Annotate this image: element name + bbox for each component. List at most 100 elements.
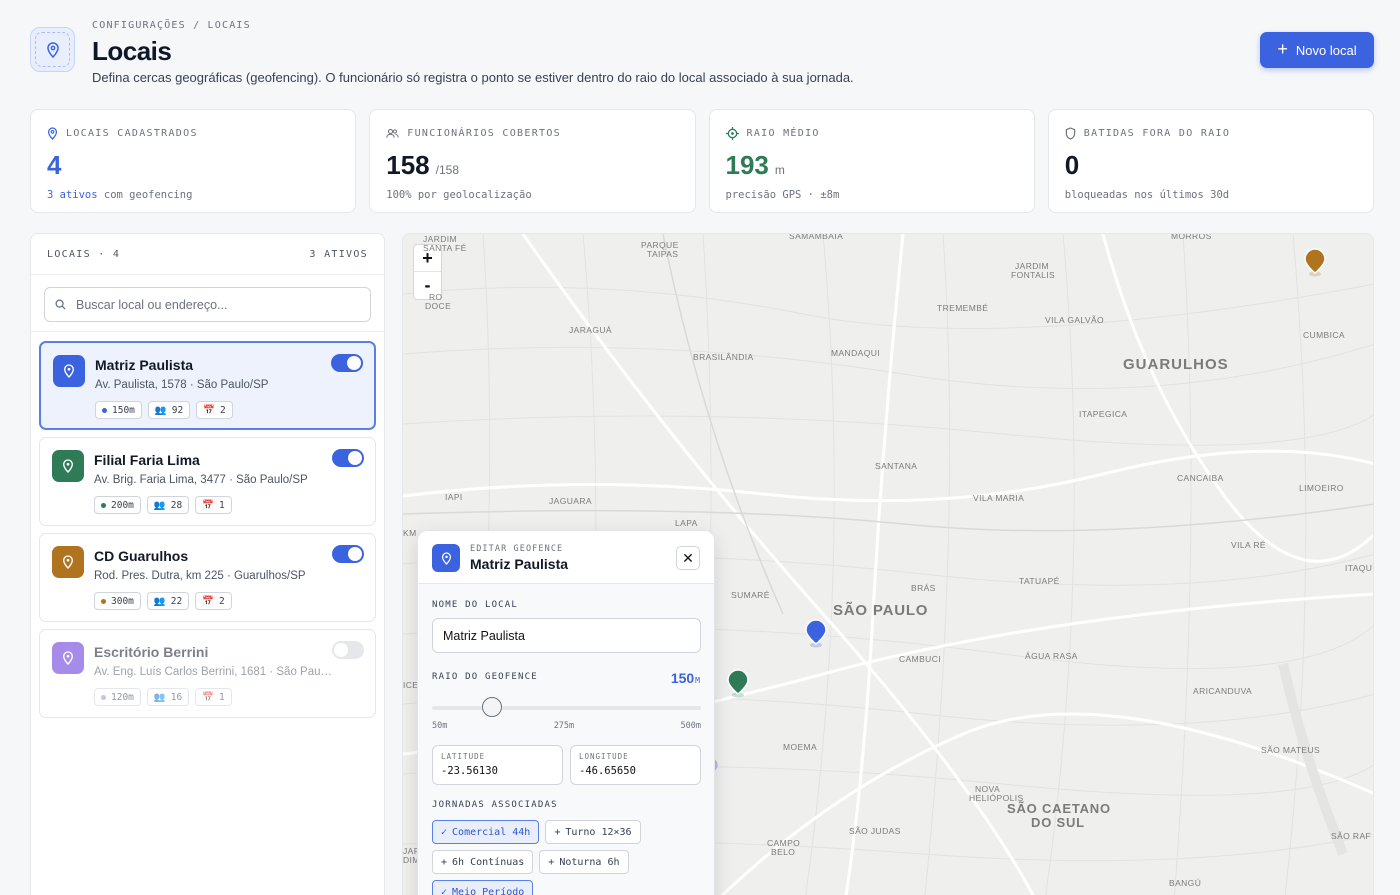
stat-card-out-of-range: BATIDAS FORA DO RAIO 0 bloqueadas nos úl… xyxy=(1047,109,1374,213)
latitude-value: -23.56130 xyxy=(441,765,498,777)
longitude-field[interactable]: LONGITUDE -46.65650 xyxy=(570,745,701,785)
close-button[interactable]: ✕ xyxy=(676,546,700,570)
schedule-label: Turno 12×36 xyxy=(565,826,632,838)
stat-label: LOCAIS CADASTRADOS xyxy=(66,127,198,139)
map-label: GUARULHOS xyxy=(1123,356,1229,373)
location-item-filial-faria-lima[interactable]: Filial Faria Lima Av. Brig. Faria Lima, … xyxy=(39,437,376,526)
map-pin-cd-guarulhos[interactable] xyxy=(1303,247,1327,277)
schedule-label: Meio Período xyxy=(452,886,525,895)
location-pin-icon xyxy=(432,544,460,572)
radius-chip: 150m xyxy=(95,401,142,419)
sidebar-title: LOCAIS · 4 xyxy=(47,248,121,260)
people-icon: 👥 xyxy=(153,499,166,511)
page-title: Locais xyxy=(92,36,172,66)
plus-icon: + xyxy=(554,826,561,838)
calendar-icon: 📅 xyxy=(202,499,215,511)
schedules-label: JORNADAS ASSOCIADAS xyxy=(432,800,558,810)
employees-value: 92 xyxy=(171,404,184,416)
map-label: ARICANDUVA xyxy=(1193,686,1253,696)
schedule-chip[interactable]: + Noturna 6h xyxy=(539,850,629,874)
schedule-chip[interactable]: + Turno 12×36 xyxy=(545,820,641,844)
map-label: VILA MARIA xyxy=(973,493,1025,503)
schedules-chip: 📅 1 xyxy=(195,688,232,706)
calendar-icon: 📅 xyxy=(202,691,215,703)
location-toggle[interactable] xyxy=(332,545,364,563)
pin-icon xyxy=(47,126,58,140)
map-label: JARAGUÁ xyxy=(569,325,612,335)
page-description: Defina cercas geográficas (geofencing). … xyxy=(92,70,854,85)
location-toggle[interactable] xyxy=(332,641,364,659)
users-icon xyxy=(386,128,399,138)
location-pin-icon xyxy=(53,355,85,387)
map-label: FONTALIS xyxy=(1011,270,1056,280)
location-name: Matriz Paulista xyxy=(95,357,194,373)
longitude-value: -46.65650 xyxy=(579,765,636,777)
location-toggle[interactable] xyxy=(332,449,364,467)
geofence-editor-panel: EDITAR GEOFENCE Matriz Paulista ✕ NOME D… xyxy=(417,530,715,895)
editor-title: Matriz Paulista xyxy=(470,556,569,572)
location-pin-icon xyxy=(52,546,84,578)
schedules-chips: ✓ Comercial 44h + Turno 12×36 +6h Contínua… xyxy=(432,820,704,895)
people-icon: 👥 xyxy=(153,691,166,703)
calendar-icon: 📅 xyxy=(203,404,216,416)
stat-value: 4 xyxy=(47,150,62,180)
stat-unit: /158 xyxy=(435,163,459,177)
radius-value: 200m xyxy=(111,499,134,511)
map-label: VILA GALVÃO xyxy=(1045,315,1105,325)
location-item-escritorio-berrini[interactable]: Escritório Berrini Av. Eng. Luís Carlos … xyxy=(39,629,376,718)
location-item-cd-guarulhos[interactable]: CD Guarulhos Rod. Pres. Dutra, km 225 · … xyxy=(39,533,376,622)
location-item-matriz-paulista[interactable]: Matriz Paulista Av. Paulista, 1578 · São… xyxy=(39,341,376,430)
schedules-value: 2 xyxy=(219,595,225,607)
map-label: SÃO PAULO xyxy=(833,602,929,619)
latitude-field[interactable]: LATITUDE -23.56130 xyxy=(432,745,563,785)
new-location-button[interactable]: + Novo local xyxy=(1260,32,1374,68)
active-count: 3 ATIVOS xyxy=(309,248,368,260)
schedules-value: 1 xyxy=(219,691,225,703)
radius-chip: 200m xyxy=(94,496,141,514)
schedules-value: 1 xyxy=(219,499,225,511)
map-label: MANDAQUI xyxy=(831,348,881,358)
schedules-chip: 📅 1 xyxy=(195,496,232,514)
map-label: SÃO JUDAS xyxy=(849,826,901,836)
longitude-label: LONGITUDE xyxy=(579,752,629,761)
search-input[interactable] xyxy=(76,297,360,312)
breadcrumb: CONFIGURAÇÕES / LOCAIS xyxy=(92,20,251,31)
people-icon: 👥 xyxy=(153,595,166,607)
employees-chip: 👥 16 xyxy=(146,688,190,706)
schedule-chip[interactable]: ✓ Meio Período xyxy=(432,880,534,895)
map-label: BRASILÂNDIA xyxy=(693,352,754,362)
schedule-chip[interactable]: +6h Contínuas xyxy=(432,850,534,874)
schedule-chip[interactable]: ✓ Comercial 44h xyxy=(432,820,540,844)
radius-chip: 120m xyxy=(94,688,141,706)
employees-chip: 👥 92 xyxy=(147,401,191,419)
location-name-input[interactable] xyxy=(432,618,701,653)
map-label: MORROS xyxy=(1171,233,1212,241)
stat-sub-accent: 3 ativos xyxy=(47,189,98,201)
close-icon: ✕ xyxy=(682,549,694,566)
employees-chip: 👥 28 xyxy=(146,496,190,514)
stat-value: 158 xyxy=(386,150,430,180)
map-canvas[interactable]: + - JARDIM SANTA FÉ PARQUE TAIPAS SAMAMB… xyxy=(402,233,1374,895)
map-pin-filial-faria-lima[interactable] xyxy=(726,668,750,698)
stat-sub: precisão GPS · ±8m xyxy=(725,189,840,201)
location-address: Av. Brig. Faria Lima, 3477 · São Paulo/S… xyxy=(94,474,308,486)
location-toggle[interactable] xyxy=(331,354,363,372)
map-label: SAMAMBAIA xyxy=(789,233,844,241)
map-label: SANTANA xyxy=(875,461,918,471)
schedule-label: Comercial 44h xyxy=(452,826,531,838)
radius-value: 150m xyxy=(112,404,135,416)
slider-min: 50m xyxy=(432,721,448,731)
radius-slider-thumb[interactable] xyxy=(481,697,502,717)
map-label: VILA RÉ xyxy=(1231,540,1266,550)
map-label: KM xyxy=(403,528,417,538)
map-pin-matriz-paulista[interactable] xyxy=(804,618,828,648)
map-label: TATUAPÉ xyxy=(1019,576,1060,586)
location-name: Escritório Berrini xyxy=(94,644,209,660)
radius-slider-track[interactable] xyxy=(432,706,701,710)
stat-label: FUNCIONÁRIOS COBERTOS xyxy=(407,127,561,139)
map-label: BANGÚ xyxy=(1169,878,1202,888)
calendar-icon: 📅 xyxy=(202,595,215,607)
stat-sub: 100% por geolocalização xyxy=(386,189,532,201)
stat-card-employees: FUNCIONÁRIOS COBERTOS 158 /158 100% por … xyxy=(369,109,696,213)
stat-label: BATIDAS FORA DO RAIO xyxy=(1083,127,1231,139)
